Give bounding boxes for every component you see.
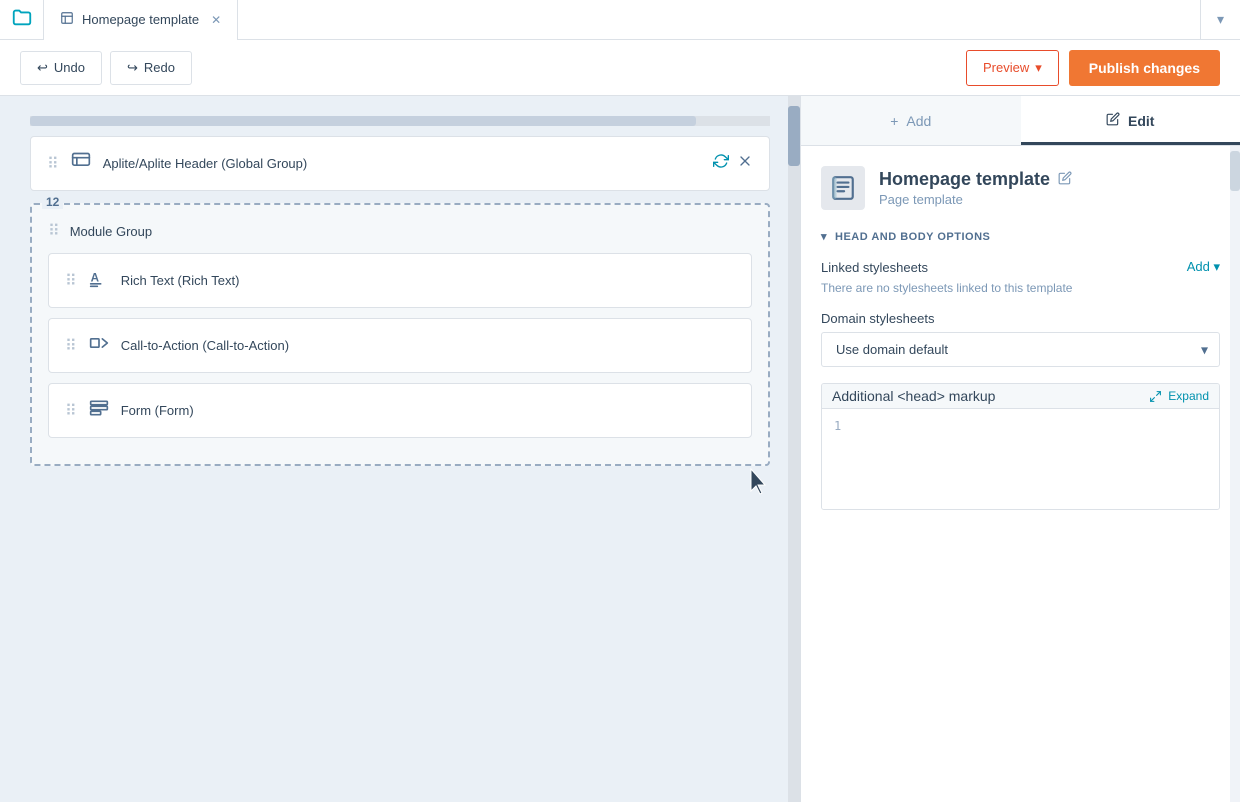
cta-module: ⠿ Call-to-Action (Call-to-Action) [48, 318, 752, 373]
cta-drag-handle[interactable]: ⠿ [65, 336, 77, 356]
undo-button[interactable]: ↩ Undo [20, 51, 102, 85]
form-label: Form (Form) [121, 403, 735, 418]
section-chevron-icon: ▾ [821, 230, 827, 243]
canvas-hscrollbar[interactable] [30, 116, 770, 126]
publish-button[interactable]: Publish changes [1069, 50, 1220, 86]
header-sync-icon[interactable] [713, 153, 729, 174]
richtext-icon: A [89, 268, 109, 293]
section-header[interactable]: ▾ HEAD AND BODY OPTIONS [821, 230, 1220, 243]
panel-tabs: + Add Edit [801, 96, 1240, 146]
richtext-label: Rich Text (Rich Text) [121, 273, 735, 288]
domain-stylesheets-select-wrapper: Use domain default ▾ [821, 332, 1220, 367]
header-drag-handle[interactable]: ⠿ [47, 154, 59, 174]
panel-subtitle: Page template [879, 192, 1072, 207]
panel-title-area: Homepage template Page template [879, 169, 1072, 207]
domain-stylesheets-field: Domain stylesheets Use domain default ▾ [821, 311, 1220, 367]
panel-page-icon [821, 166, 865, 210]
group-number: 12 [42, 195, 63, 209]
panel-title-edit-icon[interactable] [1058, 171, 1072, 188]
linked-stylesheets-label-row: Linked stylesheets Add ▾ [821, 259, 1220, 275]
tab-bar: Homepage template ✕ ▾ [0, 0, 1240, 40]
add-dropdown-icon: ▾ [1213, 259, 1220, 274]
main-layout: ⠿ Aplite/Aplite Header (Global Group) [0, 96, 1240, 802]
folder-icon-glyph [11, 6, 33, 33]
tab-dropdown-button[interactable]: ▾ [1200, 0, 1240, 40]
add-icon: + [890, 113, 898, 129]
panel-header-section: Homepage template Page template [821, 166, 1220, 210]
preview-dropdown-icon: ▾ [1035, 60, 1042, 76]
redo-icon: ↪ [127, 60, 138, 76]
header-module-label: Aplite/Aplite Header (Global Group) [103, 156, 701, 171]
header-module-block: ⠿ Aplite/Aplite Header (Global Group) [30, 136, 770, 191]
cta-icon [89, 333, 109, 358]
panel-scrollbar[interactable] [1230, 146, 1240, 802]
domain-stylesheets-select[interactable]: Use domain default [821, 332, 1220, 367]
code-area-body[interactable]: 1 [822, 409, 1219, 509]
canvas-scrollbar-thumb [788, 106, 800, 166]
code-area-label: Additional <head> markup [832, 388, 995, 404]
group-header: ⠿ Module Group [48, 221, 752, 241]
canvas-inner: ⠿ Aplite/Aplite Header (Global Group) [0, 96, 800, 802]
panel-scroll-area: Homepage template Page template [801, 146, 1240, 802]
preview-button[interactable]: Preview ▾ [966, 50, 1059, 86]
cta-label: Call-to-Action (Call-to-Action) [121, 338, 735, 353]
section-label: HEAD AND BODY OPTIONS [835, 231, 990, 243]
linked-stylesheets-label: Linked stylesheets [821, 260, 928, 275]
code-area-wrapper: Additional <head> markup Expand [821, 383, 1220, 510]
tab-label: Homepage template [82, 12, 199, 27]
richtext-module: ⠿ A Rich Text (Rich Text) [48, 253, 752, 308]
right-panel: + Add Edit [800, 96, 1240, 802]
canvas-scrollbar[interactable] [788, 96, 800, 802]
panel-title: Homepage template [879, 169, 1050, 190]
module-group-container: 12 ⠿ Module Group ⠿ A Rich Text [30, 203, 770, 466]
edit-icon [1106, 112, 1120, 129]
form-drag-handle[interactable]: ⠿ [65, 401, 77, 421]
tab-edit[interactable]: Edit [1021, 96, 1240, 145]
toolbar: ↩ Undo ↪ Redo Preview ▾ Publish changes [0, 40, 1240, 96]
linked-stylesheets-field: Linked stylesheets Add ▾ There are no st… [821, 259, 1220, 295]
redo-button[interactable]: ↪ Redo [110, 51, 192, 85]
canvas-hscrollbar-thumb [30, 116, 696, 126]
group-drag-handle[interactable]: ⠿ [48, 221, 60, 241]
header-delete-icon[interactable] [737, 153, 753, 174]
undo-icon: ↩ [37, 60, 48, 76]
expand-button[interactable]: Expand [1149, 389, 1209, 403]
linked-stylesheets-add[interactable]: Add ▾ [1187, 259, 1220, 275]
tab-close-button[interactable]: ✕ [211, 13, 221, 27]
toolbar-left: ↩ Undo ↪ Redo [20, 51, 966, 85]
code-line-numbers: 1 [834, 417, 841, 501]
richtext-drag-handle[interactable]: ⠿ [65, 271, 77, 291]
form-module: ⠿ Form (Form) [48, 383, 752, 438]
additional-markup-field: Additional <head> markup Expand [821, 383, 1220, 510]
panel-scrollbar-thumb [1230, 151, 1240, 191]
code-area-header: Additional <head> markup Expand [822, 384, 1219, 409]
tab-add[interactable]: + Add [801, 96, 1021, 145]
code-content[interactable] [853, 417, 1207, 501]
folder-icon[interactable] [0, 0, 44, 40]
homepage-tab[interactable]: Homepage template ✕ [44, 0, 238, 40]
form-icon [89, 398, 109, 423]
module-group-label: Module Group [70, 224, 752, 239]
linked-stylesheets-hint: There are no stylesheets linked to this … [821, 281, 1220, 295]
header-module-actions [713, 153, 753, 174]
svg-text:A: A [90, 271, 99, 284]
canvas-area: ⠿ Aplite/Aplite Header (Global Group) [0, 96, 800, 802]
tab-icon [60, 11, 74, 28]
panel-content: Homepage template Page template [801, 146, 1240, 546]
domain-stylesheets-label: Domain stylesheets [821, 311, 1220, 326]
header-module-icon [71, 151, 91, 176]
